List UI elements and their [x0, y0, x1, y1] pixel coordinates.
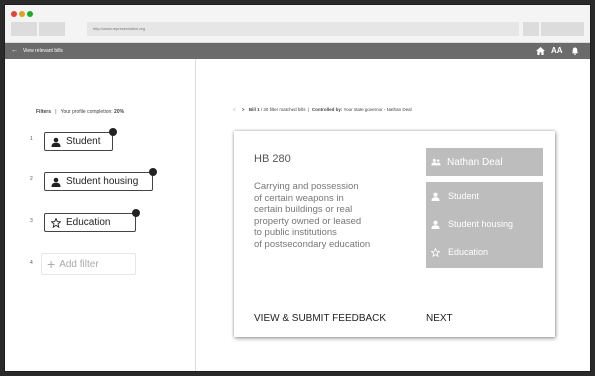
person-icon: [431, 192, 440, 201]
bill-tag-student: Student: [431, 191, 479, 201]
star-icon: [51, 217, 61, 228]
add-filter-button[interactable]: + Add filter: [41, 253, 136, 275]
filters-label: Filters: [36, 109, 52, 115]
browser-chrome: http://www.representation.org: [5, 5, 590, 43]
bill-tag-label: Education: [448, 247, 489, 257]
bill-description-line: to public institutions: [254, 227, 337, 238]
plus-icon: +: [47, 256, 56, 272]
completion-label: Your profile completion:: [60, 109, 113, 115]
filter-chip-student-housing[interactable]: Student housing: [44, 168, 157, 191]
filter-number: 4: [30, 260, 33, 266]
filters-sidebar: Filters | Your profile completion: 20% 1…: [5, 59, 196, 371]
remove-filter-icon[interactable]: [109, 128, 117, 136]
home-icon[interactable]: [536, 47, 545, 55]
text-size-icon[interactable]: AA: [551, 46, 563, 56]
back-arrow-icon[interactable]: ←: [11, 47, 18, 55]
bell-icon[interactable]: [571, 47, 579, 55]
bill-description-line: of postsecondary education: [254, 238, 371, 250]
prev-bill-button[interactable]: <: [233, 107, 236, 112]
app-window: http://www.representation.org ← View rel…: [4, 4, 591, 372]
person-icon: [51, 177, 61, 187]
remove-filter-icon[interactable]: [149, 168, 157, 176]
maximize-window-button[interactable]: [27, 11, 33, 17]
next-bill-button[interactable]: >: [242, 107, 245, 112]
controlled-by-label: Controlled by:: [311, 107, 343, 112]
remove-filter-icon[interactable]: [132, 209, 140, 217]
bill-tag-label: Student housing: [448, 219, 514, 229]
add-filter-label: Add filter: [59, 258, 99, 270]
view-submit-feedback-button[interactable]: VIEW & SUBMIT FEEDBACK: [254, 313, 386, 325]
bill-description: Carrying and possession of certain weapo…: [254, 181, 419, 250]
filter-number: 2: [30, 176, 33, 182]
bill-card: HB 280 Carrying and possession of certai…: [234, 131, 555, 337]
bill-description-line: of certain weapons in: [254, 192, 344, 204]
completion-value: 20%: [114, 109, 125, 115]
filter-chip-label: Student: [66, 136, 101, 147]
bill-navigation: < > Bill 1 / 30 filter matched bills | C…: [233, 107, 412, 113]
person-icon: [431, 220, 440, 229]
filter-chip-student[interactable]: Student: [44, 128, 117, 151]
controlled-by-value: Your state governor - Nathan Deal: [343, 107, 412, 112]
bill-tag-student-housing: Student housing: [431, 219, 513, 229]
next-button[interactable]: NEXT: [426, 313, 453, 325]
breadcrumb-separator: |: [308, 107, 310, 112]
filter-number: 1: [30, 136, 33, 142]
person-icon: [51, 137, 61, 147]
back-link[interactable]: View relevant bills: [23, 48, 63, 54]
bill-description-line: property owned or leased: [254, 215, 362, 227]
governor-name: Nathan Deal: [447, 156, 503, 168]
governor-badge: Nathan Deal: [426, 148, 543, 176]
filters-header: Filters | Your profile completion: 20%: [36, 109, 124, 115]
bill-tag-education: Education: [431, 247, 488, 257]
star-icon: [431, 247, 440, 257]
bill-description-line: certain buildings or real: [254, 204, 353, 215]
bill-number: HB 280: [254, 153, 291, 165]
filter-chip-education[interactable]: Education: [44, 209, 140, 232]
minimize-window-button[interactable]: [19, 11, 25, 17]
filter-chip-label: Student housing: [66, 176, 139, 187]
browser-toolbar-button[interactable]: [523, 22, 539, 36]
bill-description-line: Carrying and possession: [254, 181, 359, 192]
people-icon: [431, 158, 441, 166]
bill-index: Bill 1: [248, 107, 260, 112]
browser-forward-button[interactable]: [39, 22, 65, 36]
close-window-button[interactable]: [11, 11, 17, 17]
app-bar: ← View relevant bills AA: [5, 43, 590, 59]
filter-number: 3: [30, 218, 33, 224]
bill-count: / 30 filter matched bills: [260, 107, 306, 112]
bill-tags: Student Student housing Education: [426, 182, 543, 268]
filters-separator: |: [55, 109, 57, 115]
filter-chip-label: Education: [66, 217, 111, 228]
address-bar[interactable]: http://www.representation.org: [87, 22, 519, 36]
browser-back-button[interactable]: [11, 22, 37, 36]
bill-tag-label: Student: [448, 191, 480, 201]
browser-toolbar-button[interactable]: [541, 22, 584, 36]
